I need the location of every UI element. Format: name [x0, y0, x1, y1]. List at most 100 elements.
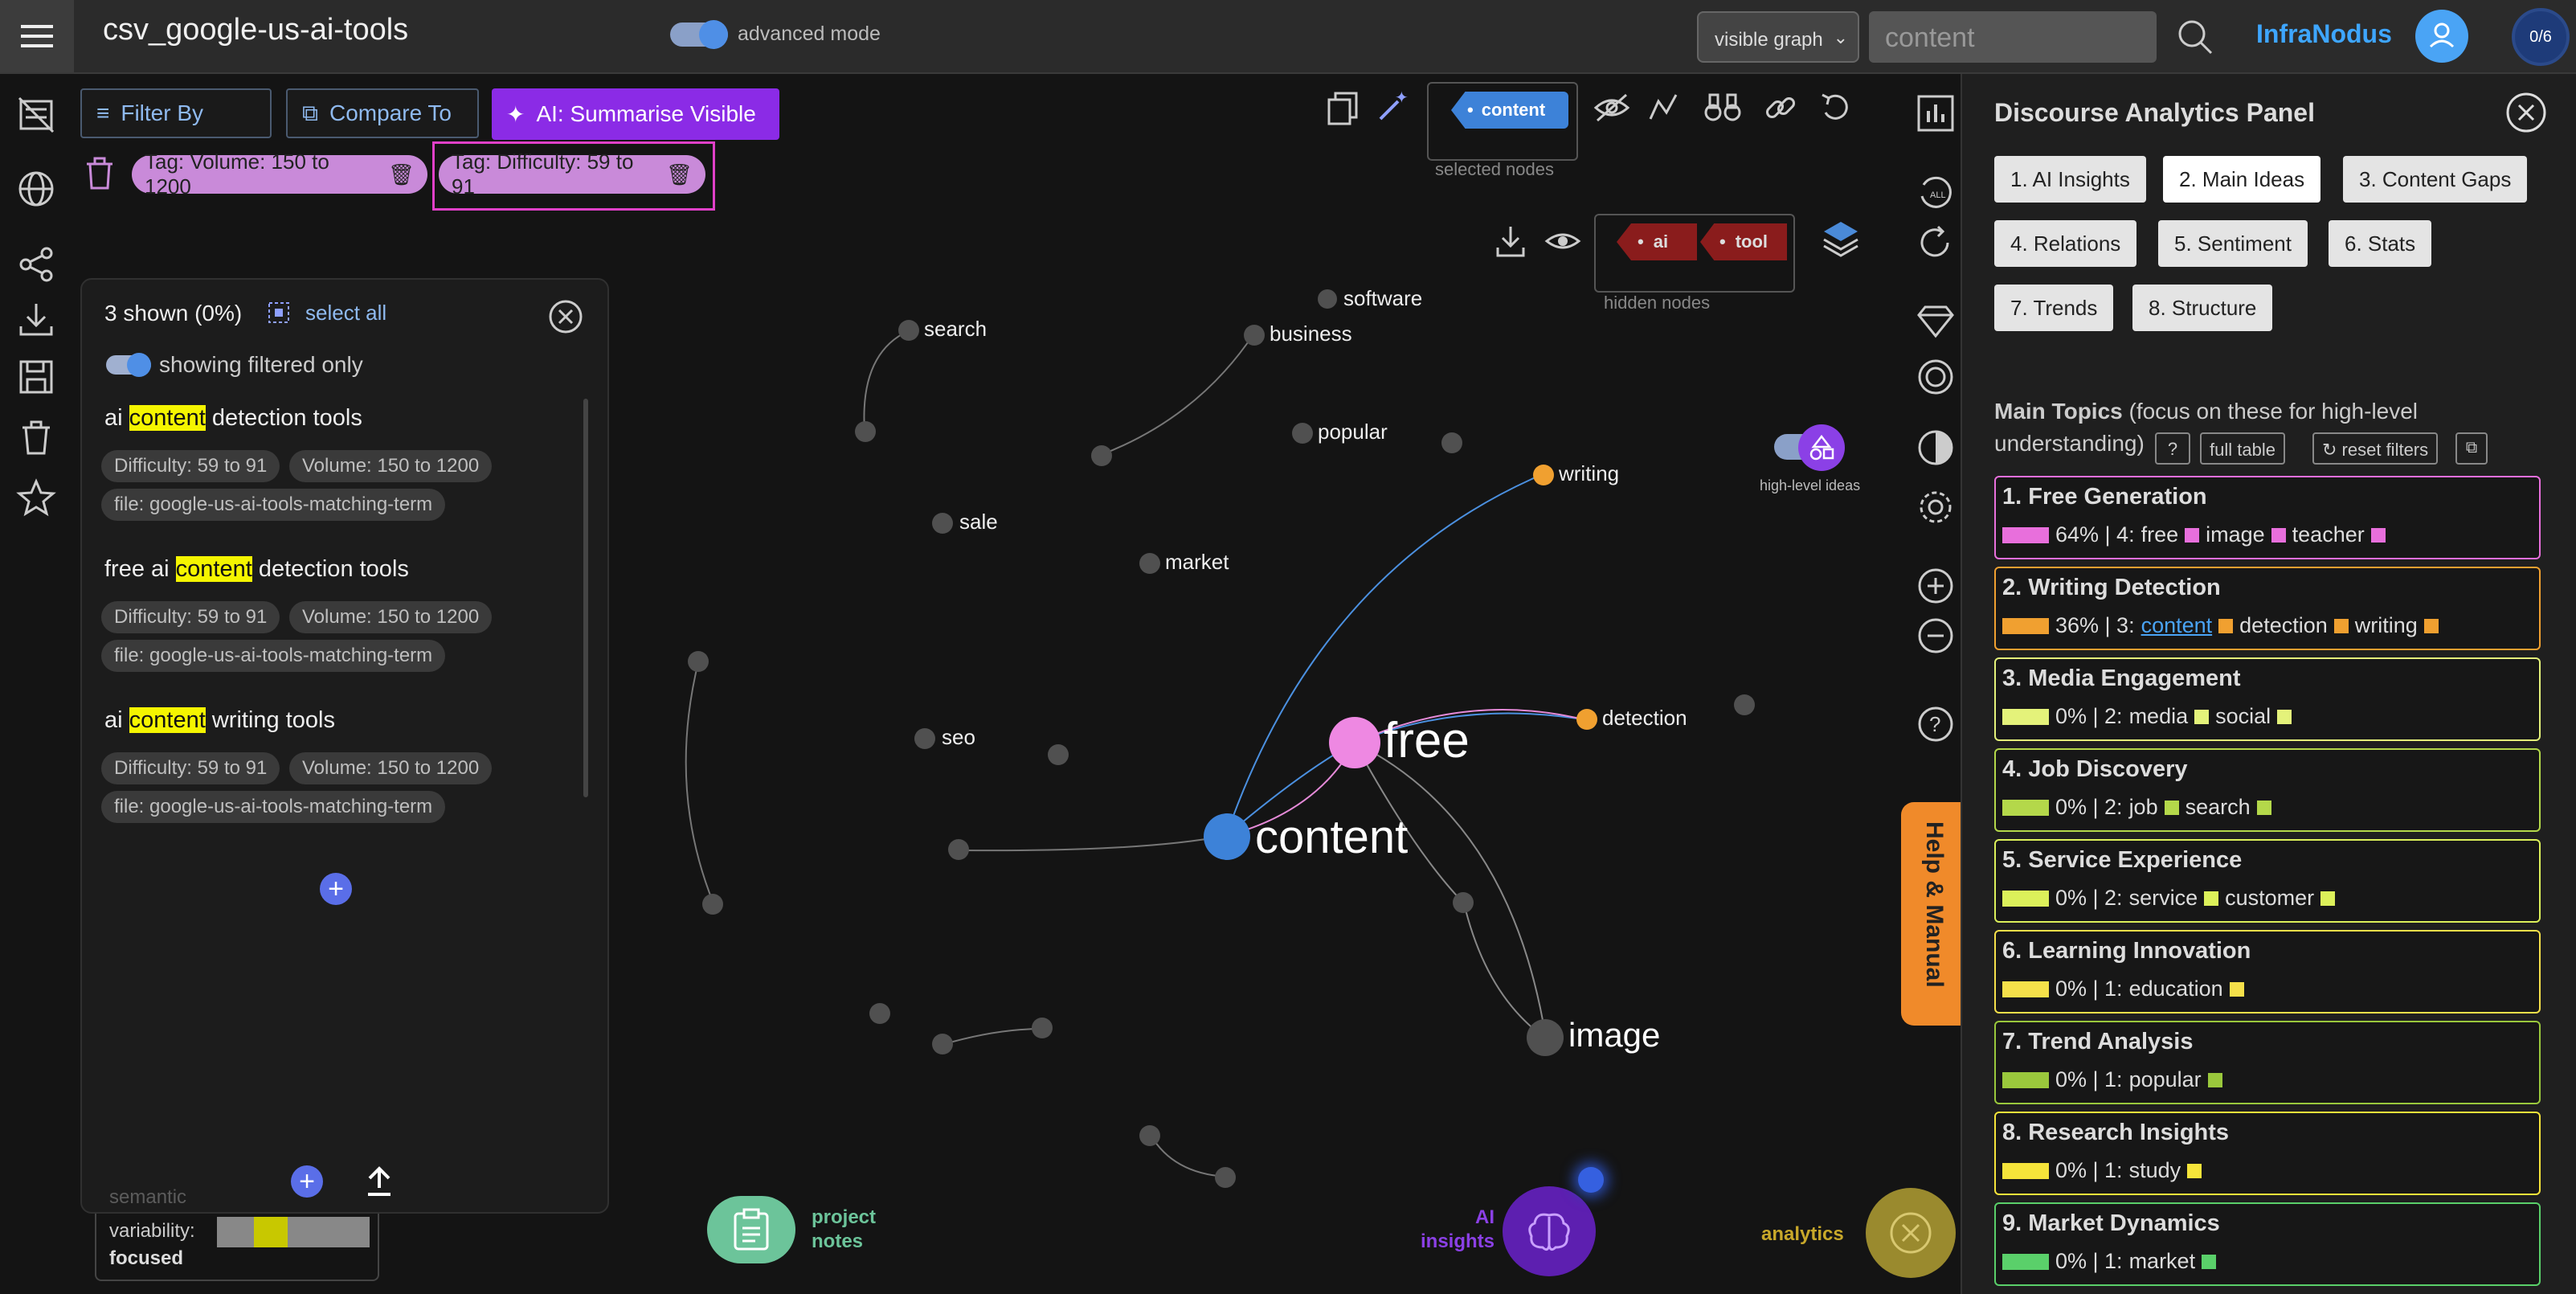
topic-card[interactable]: 6. Learning Innovation 0% | 1: education	[1994, 930, 2541, 1013]
result-tag-chip[interactable]: file: google-us-ai-tools-matching-term	[101, 791, 446, 823]
result-tag-chip[interactable]: Volume: 150 to 1200	[289, 450, 493, 482]
topic-word[interactable]: popular	[2129, 1067, 2202, 1092]
zoom-out-icon[interactable]	[1916, 616, 1956, 656]
graph-node[interactable]	[1734, 694, 1755, 715]
graph-node[interactable]	[1091, 445, 1112, 466]
bar-chart-icon[interactable]	[1916, 93, 1956, 133]
topic-word[interactable]: content	[2141, 613, 2213, 638]
graph-node[interactable]	[1032, 1018, 1053, 1038]
tab-main-ideas[interactable]: 2. Main Ideas	[2163, 156, 2321, 203]
graph-node[interactable]	[1215, 1167, 1236, 1188]
topic-word[interactable]: teacher	[2292, 522, 2365, 547]
filtered-only-toggle[interactable]	[106, 353, 151, 377]
contrast-icon[interactable]	[1916, 428, 1956, 468]
graph-node[interactable]	[1048, 744, 1069, 765]
reset-filters-button[interactable]: ↻ reset filters	[2312, 432, 2439, 465]
graph-node-detection[interactable]	[1576, 709, 1597, 730]
graph-node-sale[interactable]	[932, 513, 953, 534]
result-item-title[interactable]: ai content detection tools	[104, 405, 362, 432]
graph-node[interactable]	[1453, 892, 1474, 913]
topic-card[interactable]: 4. Job Discovery 0% | 2: job search	[1994, 748, 2541, 832]
notes-count-badge[interactable]: 0/6	[2512, 8, 2570, 66]
help-button[interactable]: ?	[2155, 432, 2190, 465]
results-scrollbar[interactable]	[583, 399, 588, 797]
topic-word[interactable]: education	[2129, 977, 2223, 1001]
copy-topics-icon[interactable]: ⧉	[2455, 432, 2488, 465]
graph-node[interactable]	[702, 894, 723, 915]
topic-word[interactable]: job	[2129, 795, 2158, 820]
topic-card[interactable]: 9. Market Dynamics 0% | 1: market	[1994, 1202, 2541, 1286]
topic-word[interactable]: image	[2206, 522, 2265, 547]
graph-label-seo[interactable]: seo	[942, 725, 975, 750]
graph-node-seo[interactable]	[914, 728, 935, 749]
topic-card[interactable]: 7. Trend Analysis 0% | 1: popular	[1994, 1021, 2541, 1104]
help-icon[interactable]: ?	[1916, 704, 1956, 744]
graph-label-popular[interactable]: popular	[1318, 420, 1388, 444]
graph-node-image[interactable]	[1527, 1019, 1564, 1056]
graph-label-free[interactable]: free	[1384, 712, 1470, 769]
topic-word[interactable]: service	[2129, 886, 2198, 911]
graph-label-software[interactable]: software	[1343, 286, 1422, 311]
topic-word[interactable]: free	[2141, 522, 2179, 547]
user-avatar-icon[interactable]	[2415, 10, 2468, 63]
tab-sentiment[interactable]: 5. Sentiment	[2158, 220, 2308, 267]
result-tag-chip[interactable]: Difficulty: 59 to 91	[101, 752, 280, 784]
settings-gear-icon[interactable]	[1916, 487, 1956, 527]
add-statement-icon[interactable]: +	[320, 873, 352, 905]
topic-word[interactable]: market	[2129, 1249, 2196, 1274]
result-tag-chip[interactable]: file: google-us-ai-tools-matching-term	[101, 640, 446, 672]
close-panel-icon[interactable]	[548, 299, 583, 334]
tab-relations[interactable]: 4. Relations	[1994, 220, 2137, 267]
topic-word[interactable]: media	[2129, 704, 2189, 729]
tab-structure[interactable]: 8. Structure	[2132, 285, 2273, 331]
graph-node[interactable]	[932, 1034, 953, 1054]
zoom-in-icon[interactable]	[1916, 566, 1956, 606]
graph-label-writing[interactable]: writing	[1559, 461, 1619, 486]
graph-node[interactable]	[948, 839, 969, 860]
project-notes-label[interactable]: project notes	[812, 1206, 892, 1254]
graph-label-search[interactable]: search	[924, 317, 987, 342]
search-icon[interactable]	[2176, 18, 2214, 56]
analytics-label[interactable]: analytics	[1761, 1223, 1844, 1246]
graph-label-detection[interactable]: detection	[1602, 706, 1687, 731]
result-item-title[interactable]: ai content writing tools	[104, 707, 335, 734]
graph-node-software[interactable]	[1318, 289, 1337, 309]
ai-insights-button[interactable]	[1503, 1186, 1596, 1276]
graph-label-image[interactable]: image	[1568, 1016, 1660, 1054]
result-tag-chip[interactable]: Volume: 150 to 1200	[289, 752, 493, 784]
reset-all-icon[interactable]: ALL	[1916, 172, 1956, 212]
topic-card[interactable]: 5. Service Experience 0% | 2: service custo…	[1994, 839, 2541, 923]
ai-insights-label[interactable]: AI insights	[1398, 1206, 1494, 1254]
select-all-link[interactable]: select all	[305, 301, 386, 326]
topic-card[interactable]: 8. Research Insights 0% | 1: study	[1994, 1112, 2541, 1195]
result-item-title[interactable]: free ai content detection tools	[104, 556, 409, 583]
result-tag-chip[interactable]: file: google-us-ai-tools-matching-term	[101, 489, 446, 521]
analytics-close-button[interactable]	[1866, 1188, 1956, 1278]
tab-stats[interactable]: 6. Stats	[2329, 220, 2432, 267]
graph-node-search[interactable]	[898, 320, 919, 341]
graph-node-popular[interactable]	[1292, 423, 1313, 444]
topic-card[interactable]: 2. Writing Detection 36% | 3: content detec…	[1994, 567, 2541, 650]
graph-node[interactable]	[1139, 1125, 1160, 1146]
graph-node-content[interactable]	[1204, 813, 1250, 860]
graph-label-content[interactable]: content	[1255, 810, 1408, 864]
result-tag-chip[interactable]: Difficulty: 59 to 91	[101, 450, 280, 482]
result-tag-chip[interactable]: Difficulty: 59 to 91	[101, 601, 280, 633]
topic-word[interactable]: study	[2129, 1158, 2181, 1183]
graph-label-sale[interactable]: sale	[959, 510, 998, 534]
topic-word[interactable]: search	[2186, 795, 2251, 820]
graph-node[interactable]	[855, 421, 876, 442]
refresh-icon[interactable]	[1916, 223, 1956, 264]
select-all-icon[interactable]	[267, 301, 291, 325]
graph-node-free[interactable]	[1329, 717, 1380, 768]
add-note-icon[interactable]: +	[291, 1165, 323, 1198]
tab-ai-insights[interactable]: 1. AI Insights	[1994, 156, 2146, 203]
topic-word[interactable]: customer	[2225, 886, 2314, 911]
topic-word[interactable]: social	[2215, 704, 2271, 729]
result-tag-chip[interactable]: Volume: 150 to 1200	[289, 601, 493, 633]
topic-word[interactable]: writing	[2355, 613, 2418, 638]
full-table-button[interactable]: full table	[2200, 432, 2285, 465]
tab-trends[interactable]: 7. Trends	[1994, 285, 2114, 331]
graph-node-writing[interactable]	[1533, 465, 1554, 485]
brand-logo[interactable]: InfraNodus	[2256, 19, 2392, 49]
